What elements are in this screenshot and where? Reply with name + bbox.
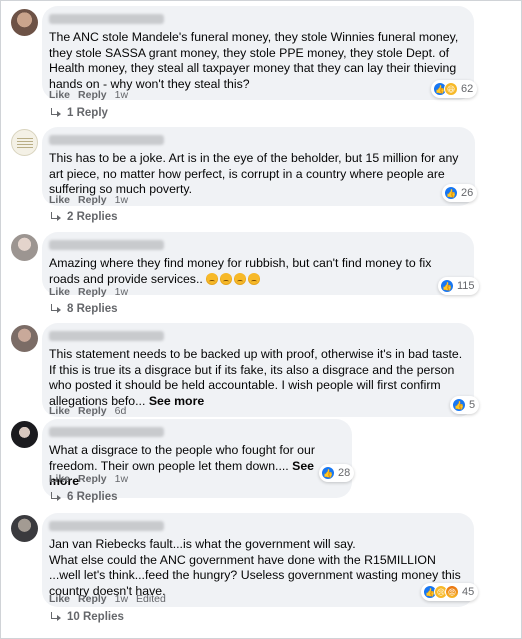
- comment-actions: Like Reply 6d: [49, 405, 126, 417]
- reaction-count: 45: [462, 586, 475, 598]
- angry-face-emoji: [220, 272, 233, 285]
- reply-button[interactable]: Reply: [78, 593, 107, 605]
- commenter-name-redacted[interactable]: [49, 331, 164, 341]
- comment-actions: Like Reply 1w: [49, 89, 128, 101]
- reply-arrow-icon: [49, 304, 61, 314]
- reaction-count: 5: [469, 399, 476, 411]
- avatar[interactable]: [11, 421, 38, 448]
- comment-text: Amazing where they find money for rubbis…: [49, 256, 464, 287]
- view-replies-link[interactable]: 1 Reply: [49, 107, 108, 119]
- like-button[interactable]: Like: [49, 473, 70, 485]
- haha-icon: 😆: [444, 82, 458, 96]
- reply-arrow-icon: [49, 108, 61, 118]
- avatar[interactable]: [11, 234, 38, 261]
- comment-timestamp[interactable]: 1w: [115, 194, 128, 206]
- comment-actions: Like Reply 1w Edited: [49, 593, 166, 605]
- comment-timestamp[interactable]: 6d: [115, 405, 127, 417]
- comment-actions: Like Reply 1w: [49, 194, 128, 206]
- avatar[interactable]: [11, 325, 38, 352]
- reaction-icons: 👍 😢 😡: [423, 585, 459, 599]
- like-button[interactable]: Like: [49, 89, 70, 101]
- replies-count: 2 Replies: [67, 211, 118, 223]
- reply-button[interactable]: Reply: [78, 473, 107, 485]
- like-button[interactable]: Like: [49, 194, 70, 206]
- reaction-count: 28: [338, 467, 351, 479]
- commenter-name-redacted[interactable]: [49, 135, 164, 145]
- reply-arrow-icon: [49, 492, 61, 502]
- reaction-icons: 👍 😆: [433, 82, 458, 96]
- reaction-summary[interactable]: 👍 28: [319, 464, 355, 482]
- avatar[interactable]: [11, 9, 38, 36]
- comment-text: This statement needs to be backed up wit…: [49, 347, 464, 409]
- reaction-count: 26: [461, 187, 474, 199]
- reaction-icons: 👍: [452, 398, 466, 412]
- like-button[interactable]: Like: [49, 593, 70, 605]
- comment-text: The ANC stole Mandele's funeral money, t…: [49, 30, 459, 91]
- comment-timestamp[interactable]: 1w: [115, 286, 128, 298]
- comment-timestamp[interactable]: 1w: [115, 473, 128, 485]
- avatar[interactable]: [11, 515, 38, 542]
- angry-face-emoji: [234, 272, 247, 285]
- reaction-summary[interactable]: 👍 😢 😡 45: [421, 583, 479, 601]
- reply-button[interactable]: Reply: [78, 194, 107, 206]
- like-icon: 👍: [444, 186, 458, 200]
- reaction-summary[interactable]: 👍 26: [442, 184, 478, 202]
- replies-count: 1 Reply: [67, 107, 108, 119]
- replies-count: 6 Replies: [67, 491, 118, 503]
- view-replies-link[interactable]: 2 Replies: [49, 211, 118, 223]
- like-icon: 👍: [452, 398, 466, 412]
- reaction-summary[interactable]: 👍 115: [438, 277, 479, 295]
- reaction-icons: 👍: [440, 279, 454, 293]
- comment-bubble: What a disgrace to the people who fought…: [42, 419, 352, 498]
- comment-actions: Like Reply 1w: [49, 473, 128, 485]
- comment-text-body: This statement needs to be backed up wit…: [49, 347, 463, 408]
- view-replies-link[interactable]: 8 Replies: [49, 303, 118, 315]
- reaction-count: 115: [457, 280, 475, 292]
- comment-text-line-1: Jan van Riebecks fault...is what the gov…: [49, 537, 356, 551]
- comment-bubble: This statement needs to be backed up wit…: [42, 323, 474, 418]
- like-icon: 👍: [321, 466, 335, 480]
- reply-button[interactable]: Reply: [78, 405, 107, 417]
- avatar[interactable]: [11, 129, 38, 156]
- edited-label[interactable]: Edited: [136, 593, 166, 605]
- reaction-icons: 👍: [321, 466, 335, 480]
- reply-arrow-icon: [49, 612, 61, 622]
- like-button[interactable]: Like: [49, 286, 70, 298]
- like-icon: 👍: [440, 279, 454, 293]
- replies-count: 10 Replies: [67, 611, 124, 623]
- commenter-name-redacted[interactable]: [49, 521, 164, 531]
- comment-actions: Like Reply 1w: [49, 286, 128, 298]
- comment-text: This has to be a joke. Art is in the eye…: [49, 151, 459, 197]
- comment-text-body: What a disgrace to the people who fought…: [49, 443, 315, 473]
- view-replies-link[interactable]: 6 Replies: [49, 491, 118, 503]
- commenter-name-redacted[interactable]: [49, 14, 164, 24]
- commenter-name-redacted[interactable]: [49, 427, 164, 437]
- see-more-link[interactable]: See more: [149, 394, 204, 408]
- reply-button[interactable]: Reply: [78, 286, 107, 298]
- view-replies-link[interactable]: 10 Replies: [49, 611, 124, 623]
- comment-bubble: The ANC stole Mandele's funeral money, t…: [42, 6, 474, 101]
- reaction-summary[interactable]: 👍 5: [450, 396, 480, 414]
- comment-timestamp[interactable]: 1w: [115, 89, 128, 101]
- reply-button[interactable]: Reply: [78, 89, 107, 101]
- comments-panel: The ANC stole Mandele's funeral money, t…: [0, 0, 522, 639]
- like-button[interactable]: Like: [49, 405, 70, 417]
- reaction-count: 62: [461, 83, 474, 95]
- reaction-icons: 👍: [444, 186, 458, 200]
- angry-face-emoji: [206, 272, 219, 285]
- replies-count: 8 Replies: [67, 303, 118, 315]
- reply-arrow-icon: [49, 212, 61, 222]
- angry-icon: 😡: [445, 585, 459, 599]
- angry-face-emoji: [248, 272, 261, 285]
- comment-timestamp[interactable]: 1w: [115, 593, 128, 605]
- reaction-summary[interactable]: 👍 😆 62: [431, 80, 478, 98]
- commenter-name-redacted[interactable]: [49, 240, 164, 250]
